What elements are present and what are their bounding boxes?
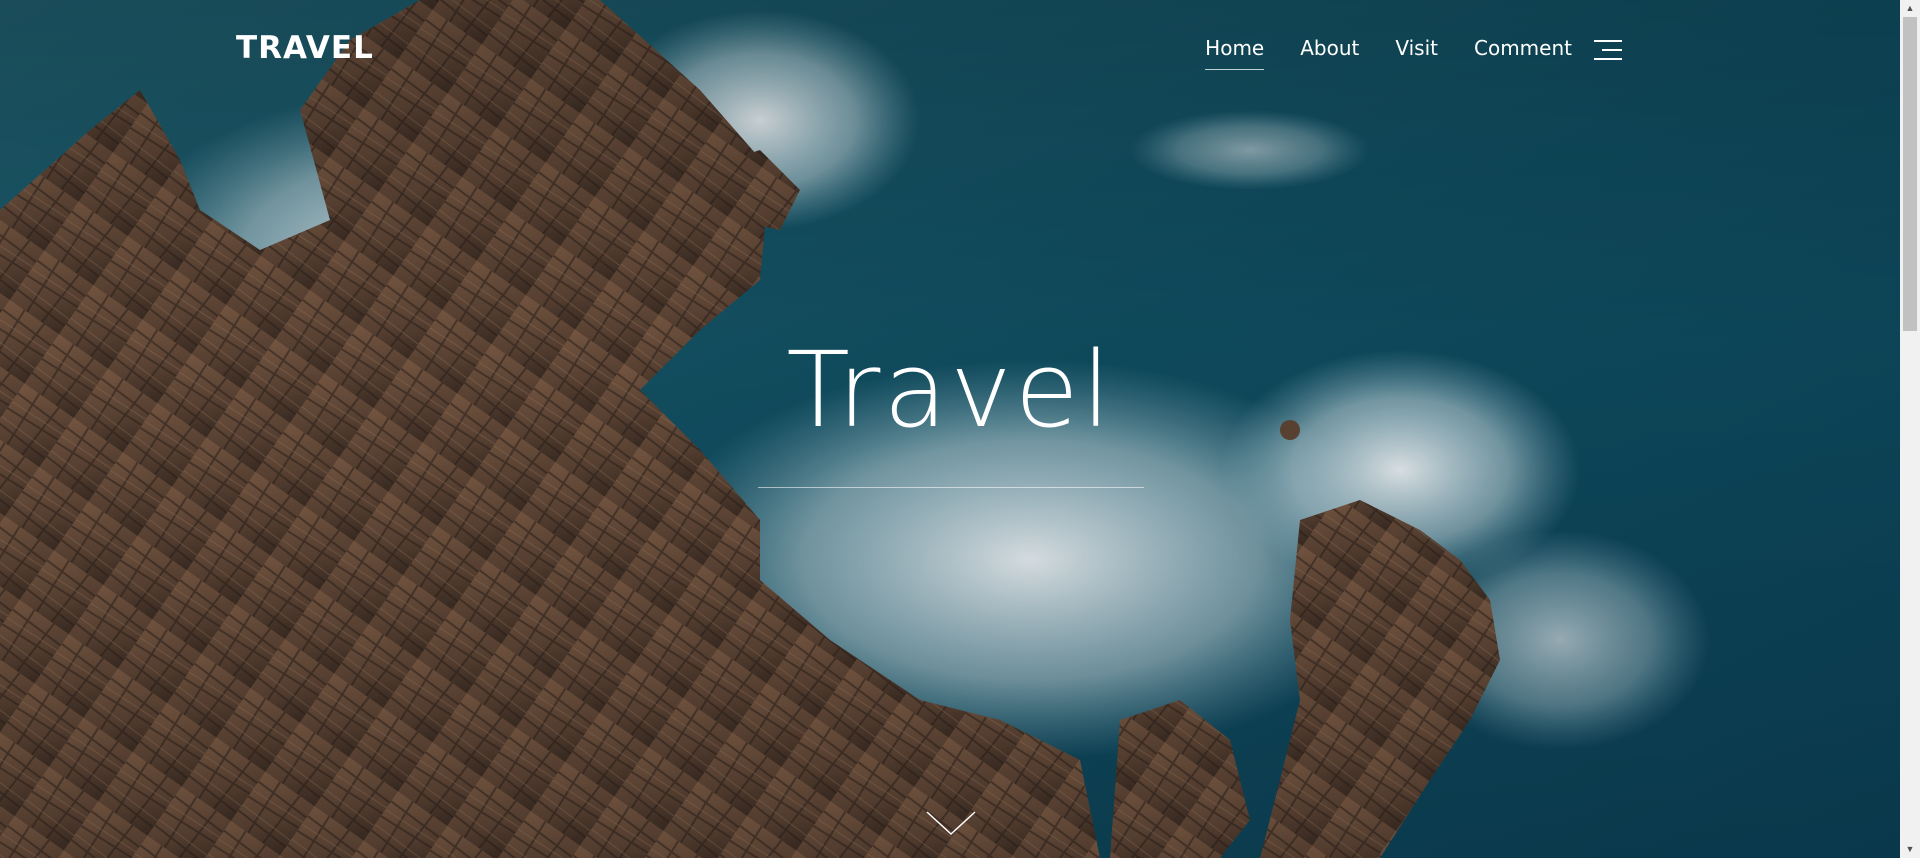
hamburger-menu-icon[interactable] — [1592, 38, 1622, 62]
nav-item-home[interactable]: Home — [1205, 36, 1265, 70]
site-logo[interactable]: TRAVEL — [236, 30, 374, 66]
main-nav: Home About Visit Comment — [1169, 36, 1572, 70]
chevron-down-icon[interactable] — [925, 808, 977, 838]
nav-item-visit[interactable]: Visit — [1395, 36, 1438, 70]
page-scrollbar[interactable]: ▲ ▼ — [1900, 0, 1920, 858]
nav-item-comment[interactable]: Comment — [1474, 36, 1572, 70]
hero-title: Travel — [786, 329, 1114, 451]
hero-divider — [758, 487, 1144, 488]
scroll-up-icon[interactable]: ▲ — [1900, 0, 1920, 17]
scroll-down-icon[interactable]: ▼ — [1900, 841, 1920, 858]
site-header: TRAVEL Home About Visit Comment — [0, 0, 1900, 100]
nav-item-about[interactable]: About — [1300, 36, 1359, 70]
page: TRAVEL Home About Visit Comment Travel ▲… — [0, 0, 1920, 858]
scrollbar-thumb[interactable] — [1903, 17, 1917, 331]
